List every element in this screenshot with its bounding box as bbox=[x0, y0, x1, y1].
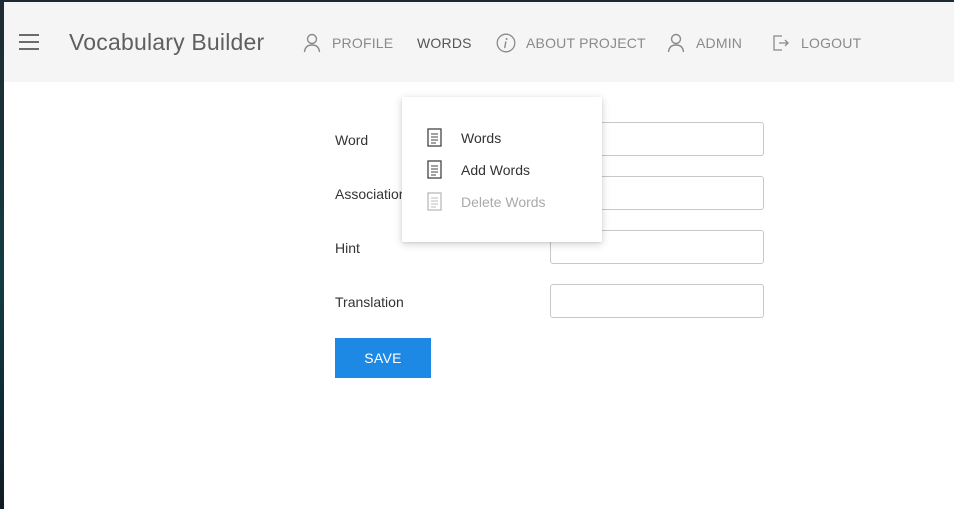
user-icon bbox=[666, 33, 686, 53]
logout-icon bbox=[771, 33, 791, 53]
nav-words[interactable]: WORDS bbox=[417, 32, 472, 54]
document-icon bbox=[427, 128, 443, 148]
words-dropdown-menu: Words Add Words Delete Words bbox=[402, 97, 602, 242]
app-title: Vocabulary Builder bbox=[69, 29, 265, 55]
hamburger-menu-icon[interactable] bbox=[14, 28, 44, 56]
nav-logout-label: LOGOUT bbox=[801, 35, 862, 51]
translation-input[interactable] bbox=[550, 284, 764, 318]
menu-item-add-words-label: Add Words bbox=[461, 162, 530, 178]
association-label: Association bbox=[335, 186, 407, 202]
nav-about-project-label: ABOUT PROJECT bbox=[526, 35, 646, 51]
nav-admin[interactable]: ADMIN bbox=[666, 32, 742, 54]
app-window: Vocabulary Builder PROFILE WORDS ABOUT P… bbox=[4, 2, 954, 509]
nav-admin-label: ADMIN bbox=[696, 35, 743, 51]
word-label: Word bbox=[335, 132, 369, 148]
menu-item-add-words[interactable]: Add Words bbox=[427, 158, 587, 182]
document-icon bbox=[427, 160, 443, 180]
save-button[interactable]: SAVE bbox=[335, 338, 431, 378]
translation-label: Translation bbox=[335, 294, 404, 310]
menu-item-words[interactable]: Words bbox=[427, 126, 587, 150]
info-icon bbox=[496, 33, 516, 53]
top-navbar: Vocabulary Builder PROFILE WORDS ABOUT P… bbox=[4, 2, 954, 82]
nav-words-label: WORDS bbox=[417, 35, 472, 51]
user-icon bbox=[302, 33, 322, 53]
nav-about-project[interactable]: ABOUT PROJECT bbox=[496, 32, 646, 54]
nav-profile[interactable]: PROFILE bbox=[302, 32, 393, 54]
nav-logout[interactable]: LOGOUT bbox=[771, 32, 861, 54]
menu-item-delete-words-label: Delete Words bbox=[461, 194, 546, 210]
menu-item-words-label: Words bbox=[461, 130, 502, 146]
document-icon bbox=[427, 192, 443, 212]
menu-item-delete-words: Delete Words bbox=[427, 190, 587, 214]
nav-profile-label: PROFILE bbox=[332, 35, 394, 51]
hint-label: Hint bbox=[335, 240, 360, 256]
